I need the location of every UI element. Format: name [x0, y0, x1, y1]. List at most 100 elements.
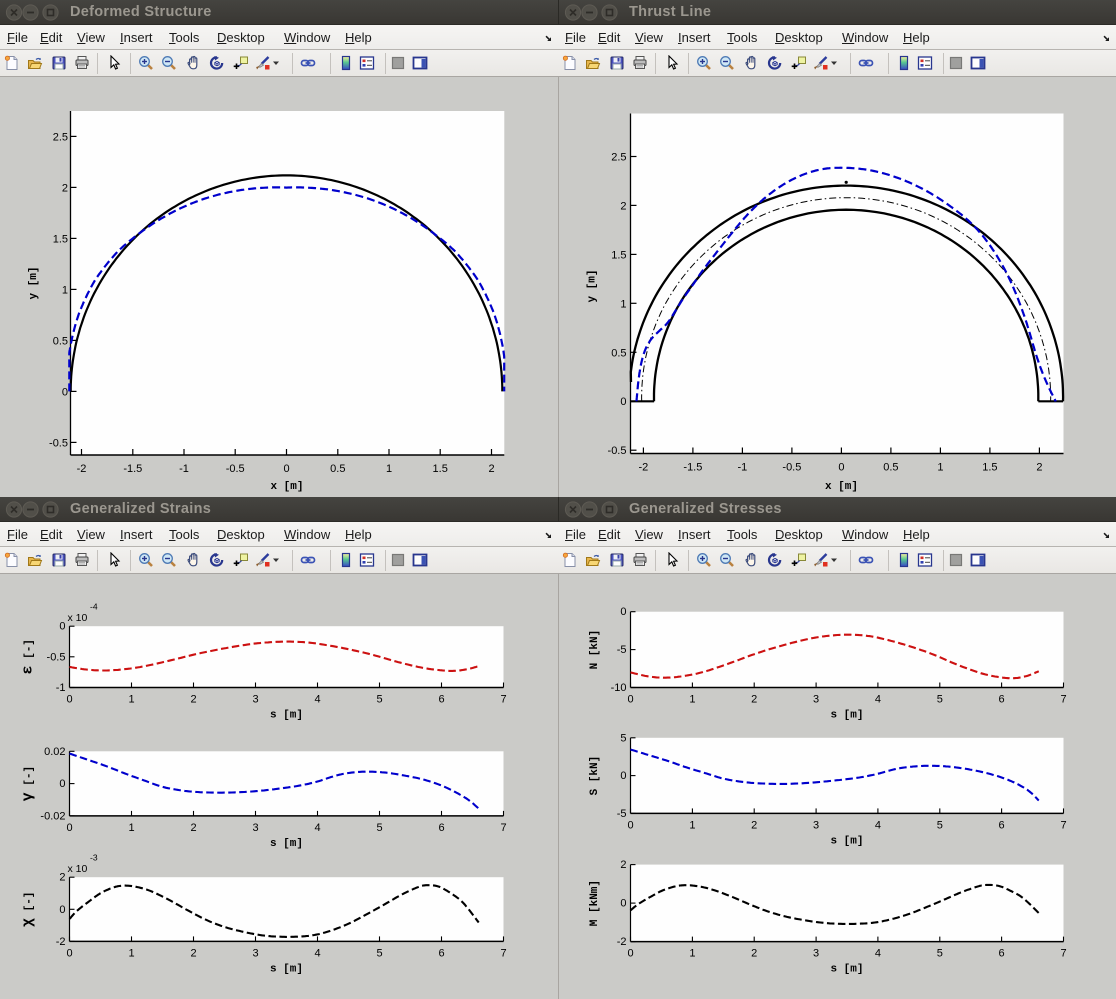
svg-text:3: 3: [813, 694, 819, 706]
svg-text:0: 0: [66, 694, 72, 706]
svg-text:s [m]: s [m]: [270, 838, 303, 850]
svg-text:s [m]: s [m]: [830, 964, 863, 976]
svg-text:7: 7: [500, 822, 506, 834]
svg-text:-3: -3: [90, 853, 98, 863]
svg-text:s [m]: s [m]: [270, 710, 303, 722]
svg-text:-4: -4: [90, 602, 98, 612]
svg-text:S [kN]: S [kN]: [589, 756, 601, 796]
svg-text:y [m]: y [m]: [587, 269, 599, 302]
svg-text:2: 2: [751, 694, 757, 706]
svg-text:s [m]: s [m]: [830, 835, 863, 847]
svg-text:1.5: 1.5: [433, 463, 448, 475]
svg-text:1.5: 1.5: [611, 249, 626, 261]
svg-text:4: 4: [314, 947, 320, 959]
svg-text:2.5: 2.5: [611, 152, 626, 164]
svg-text:0: 0: [66, 947, 72, 959]
svg-text:2: 2: [190, 822, 196, 834]
svg-text:s [m]: s [m]: [830, 710, 863, 722]
svg-text:0: 0: [62, 386, 68, 398]
svg-text:0: 0: [620, 898, 626, 910]
svg-text:-0.5: -0.5: [782, 462, 801, 474]
svg-text:γ [-]: γ [-]: [20, 766, 37, 801]
svg-text:1: 1: [689, 694, 695, 706]
svg-text:1.5: 1.5: [982, 462, 997, 474]
svg-text:2: 2: [620, 859, 626, 871]
svg-text:1: 1: [128, 822, 134, 834]
svg-text:0.02: 0.02: [44, 746, 65, 758]
svg-text:-1: -1: [738, 462, 748, 474]
svg-text:0: 0: [627, 948, 633, 960]
svg-text:-1: -1: [179, 463, 189, 475]
svg-text:x 10: x 10: [68, 863, 88, 875]
svg-text:0.5: 0.5: [53, 335, 68, 347]
svg-text:0: 0: [66, 822, 72, 834]
svg-text:1: 1: [386, 463, 392, 475]
svg-text:2: 2: [1036, 462, 1042, 474]
svg-text:7: 7: [1060, 948, 1066, 960]
svg-text:1: 1: [620, 298, 626, 310]
svg-text:-0.02: -0.02: [40, 810, 65, 822]
svg-text:1: 1: [62, 284, 68, 296]
svg-text:x [m]: x [m]: [825, 481, 858, 493]
svg-text:0: 0: [59, 621, 65, 633]
svg-text:0.5: 0.5: [611, 347, 626, 359]
svg-text:-2: -2: [56, 936, 66, 948]
svg-text:3: 3: [252, 947, 258, 959]
svg-text:5: 5: [937, 948, 943, 960]
svg-text:7: 7: [1060, 819, 1066, 831]
svg-text:6: 6: [999, 694, 1005, 706]
svg-text:6: 6: [999, 948, 1005, 960]
svg-text:0: 0: [627, 819, 633, 831]
svg-text:7: 7: [1060, 694, 1066, 706]
svg-text:0: 0: [620, 396, 626, 408]
svg-text:4: 4: [875, 948, 881, 960]
svg-text:1: 1: [128, 694, 134, 706]
svg-text:-0.5: -0.5: [47, 651, 66, 663]
svg-text:-10: -10: [611, 682, 627, 694]
svg-text:6: 6: [438, 822, 444, 834]
svg-text:0.5: 0.5: [330, 463, 345, 475]
svg-text:-0.5: -0.5: [608, 445, 627, 457]
svg-text:y [m]: y [m]: [28, 266, 40, 299]
svg-text:5: 5: [376, 822, 382, 834]
svg-text:0: 0: [838, 462, 844, 474]
svg-text:4: 4: [875, 819, 881, 831]
svg-text:5: 5: [376, 694, 382, 706]
svg-text:2: 2: [59, 872, 65, 884]
svg-text:-0.5: -0.5: [49, 437, 68, 449]
svg-text:2: 2: [190, 947, 196, 959]
svg-text:4: 4: [875, 694, 881, 706]
svg-text:0: 0: [283, 463, 289, 475]
svg-text:x 10: x 10: [68, 612, 88, 624]
svg-text:-0.5: -0.5: [226, 463, 245, 475]
svg-text:-5: -5: [617, 808, 627, 820]
svg-text:2: 2: [751, 948, 757, 960]
svg-text:-5: -5: [617, 644, 627, 656]
svg-text:χ [-]: χ [-]: [20, 892, 37, 927]
svg-text:0: 0: [627, 694, 633, 706]
svg-text:1: 1: [689, 948, 695, 960]
svg-text:0: 0: [59, 778, 65, 790]
svg-text:6: 6: [999, 819, 1005, 831]
svg-text:3: 3: [813, 948, 819, 960]
svg-text:s [m]: s [m]: [270, 963, 303, 975]
svg-text:-1.5: -1.5: [683, 462, 702, 474]
svg-text:M [kNm]: M [kNm]: [589, 880, 601, 926]
svg-text:0: 0: [59, 904, 65, 916]
svg-text:-1: -1: [56, 682, 66, 694]
svg-text:7: 7: [500, 947, 506, 959]
svg-text:ε [-]: ε [-]: [20, 639, 37, 674]
svg-text:2: 2: [190, 694, 196, 706]
svg-text:-1.5: -1.5: [123, 463, 142, 475]
svg-text:2: 2: [620, 200, 626, 212]
svg-text:1: 1: [128, 947, 134, 959]
svg-text:4: 4: [314, 822, 320, 834]
svg-text:x [m]: x [m]: [270, 481, 303, 493]
svg-text:5: 5: [937, 694, 943, 706]
svg-text:5: 5: [620, 732, 626, 744]
svg-text:1: 1: [937, 462, 943, 474]
svg-text:0: 0: [620, 770, 626, 782]
svg-text:1: 1: [689, 819, 695, 831]
svg-text:2: 2: [751, 819, 757, 831]
svg-text:4: 4: [314, 694, 320, 706]
